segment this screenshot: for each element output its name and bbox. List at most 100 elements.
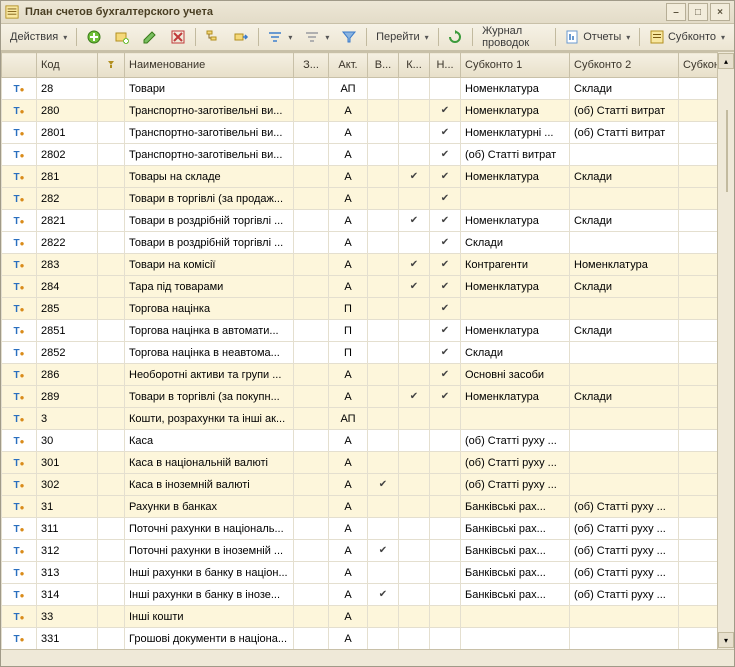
table-row[interactable]: T●2852Торгова націнка в неавтома...П✔Скл… xyxy=(2,342,718,364)
window-title: План счетов бухгалтерского учета xyxy=(25,6,666,18)
cell-n xyxy=(430,452,461,474)
table-row[interactable]: T●314Інші рахунки в банку в інозе...А✔Ба… xyxy=(2,584,718,606)
journal-button[interactable]: Журнал проводок xyxy=(477,26,550,48)
maximize-button[interactable]: □ xyxy=(688,3,708,21)
col-name[interactable]: Наименование xyxy=(125,53,294,78)
cell-kod: 282 xyxy=(37,188,98,210)
go-menu[interactable]: Перейти xyxy=(371,26,434,48)
cell-v xyxy=(368,166,399,188)
col-s1[interactable]: Субконто 1 xyxy=(461,53,570,78)
scroll-down-button[interactable]: ▾ xyxy=(718,632,734,648)
scroll-thumb[interactable] xyxy=(726,110,728,192)
add-group-button[interactable] xyxy=(109,26,135,48)
cell-s2: Склади xyxy=(570,210,679,232)
cell-name: Тара під товарами xyxy=(125,276,294,298)
table-row[interactable]: T●2851Торгова націнка в автомати...П✔Ном… xyxy=(2,320,718,342)
cell-name: Рахунки в банках xyxy=(125,496,294,518)
cell-n: ✔ xyxy=(430,254,461,276)
col-s2[interactable]: Субконто 2 xyxy=(570,53,679,78)
table-row[interactable]: T●301Каса в національній валютіА(об) Ста… xyxy=(2,452,718,474)
cell-n: ✔ xyxy=(430,386,461,408)
cell-akt: АП xyxy=(329,408,368,430)
table-row[interactable]: T●2802Транспортно-заготівельні ви...А✔(о… xyxy=(2,144,718,166)
table-row[interactable]: T●302Каса в іноземній валютіА✔(об) Статт… xyxy=(2,474,718,496)
cell-v xyxy=(368,144,399,166)
cell-s3 xyxy=(679,562,718,584)
vertical-scrollbar[interactable]: ▴ ▾ xyxy=(717,52,734,649)
cell-pin xyxy=(98,298,125,320)
cell-v: ✔ xyxy=(368,474,399,496)
edit-button[interactable] xyxy=(137,26,163,48)
cell-pin xyxy=(98,518,125,540)
col-kod[interactable]: Код xyxy=(37,53,98,78)
table-row[interactable]: T●311Поточні рахунки в національ...АБанк… xyxy=(2,518,718,540)
filter1-button[interactable] xyxy=(262,26,297,48)
table-row[interactable]: T●280Транспортно-заготівельні ви...А✔Ном… xyxy=(2,100,718,122)
reports-menu[interactable]: Отчеты xyxy=(559,26,635,48)
app-icon xyxy=(5,5,19,19)
cell-name: Товари в роздрібній торгівлі ... xyxy=(125,232,294,254)
close-button[interactable]: × xyxy=(710,3,730,21)
cell-s1 xyxy=(461,606,570,628)
table-row[interactable]: T●282Товари в торгівлі (за продаж...А✔ xyxy=(2,188,718,210)
minimize-button[interactable]: – xyxy=(666,3,686,21)
col-icon[interactable] xyxy=(2,53,37,78)
table-row[interactable]: T●331Грошові документи в націона...А xyxy=(2,628,718,650)
table-row[interactable]: T●289Товари в торгівлі (за покупн...А✔✔Н… xyxy=(2,386,718,408)
funnel-icon xyxy=(341,29,357,45)
cell-kod: 2852 xyxy=(37,342,98,364)
table-row[interactable]: T●2821Товари в роздрібній торгівлі ...А✔… xyxy=(2,210,718,232)
table-row[interactable]: T●2822Товари в роздрібній торгівлі ...А✔… xyxy=(2,232,718,254)
add-button[interactable] xyxy=(81,26,107,48)
table-row[interactable]: T●286Необоротні активи та групи ...А✔Осн… xyxy=(2,364,718,386)
cell-kod: 311 xyxy=(37,518,98,540)
cell-v xyxy=(368,496,399,518)
table-row[interactable]: T●281Товары на складеА✔✔НоменклатураСкла… xyxy=(2,166,718,188)
table-row[interactable]: T●3Кошти, розрахунки та інші ак...АП xyxy=(2,408,718,430)
delete-button[interactable] xyxy=(165,26,191,48)
col-pin[interactable] xyxy=(98,53,125,78)
scroll-up-button[interactable]: ▴ xyxy=(718,53,734,69)
cell-k xyxy=(399,78,430,100)
col-akt[interactable]: Акт. xyxy=(329,53,368,78)
cell-s2: (об) Статті руху ... xyxy=(570,540,679,562)
table-row[interactable]: T●33Інші коштиА xyxy=(2,606,718,628)
cell-akt: А xyxy=(329,540,368,562)
actions-menu[interactable]: Действия xyxy=(5,26,72,48)
cell-s2: (об) Статті витрат xyxy=(570,100,679,122)
cell-s2: (об) Статті руху ... xyxy=(570,496,679,518)
move-button[interactable] xyxy=(228,26,254,48)
col-v[interactable]: В... xyxy=(368,53,399,78)
filter-list-button[interactable] xyxy=(336,26,362,48)
table-row[interactable]: T●284Тара під товарамиА✔✔НоменклатураСкл… xyxy=(2,276,718,298)
table-row[interactable]: T●285Торгова націнкаП✔ xyxy=(2,298,718,320)
cell-k xyxy=(399,232,430,254)
refresh-button[interactable] xyxy=(442,26,468,48)
col-s3[interactable]: Субконто 3 xyxy=(679,53,718,78)
cell-name: Інші кошти xyxy=(125,606,294,628)
table-row[interactable]: T●28ТовариАПНоменклатураСклади xyxy=(2,78,718,100)
table-row[interactable]: T●30КасаА(об) Статті руху ... xyxy=(2,430,718,452)
cell-n xyxy=(430,562,461,584)
table-row[interactable]: T●31Рахунки в банкахАБанківські рах...(о… xyxy=(2,496,718,518)
table-row[interactable]: T●313Інші рахунки в банку в націон...АБа… xyxy=(2,562,718,584)
accounts-grid[interactable]: Код Наименование З... Акт. В... К... Н..… xyxy=(1,52,717,649)
cell-n xyxy=(430,540,461,562)
cell-pin xyxy=(98,408,125,430)
cell-s2 xyxy=(570,342,679,364)
cell-n: ✔ xyxy=(430,298,461,320)
cell-pin xyxy=(98,254,125,276)
separator xyxy=(639,28,640,46)
col-n[interactable]: Н... xyxy=(430,53,461,78)
table-row[interactable]: T●312Поточні рахунки в іноземній ...А✔Ба… xyxy=(2,540,718,562)
account-icon: T● xyxy=(14,612,25,623)
col-z[interactable]: З... xyxy=(294,53,329,78)
table-row[interactable]: T●283Товари на комісіїА✔✔КонтрагентиНоме… xyxy=(2,254,718,276)
filter2-button[interactable] xyxy=(299,26,334,48)
col-k[interactable]: К... xyxy=(399,53,430,78)
subkonto-menu[interactable]: Субконто xyxy=(644,26,730,48)
move-up-button[interactable] xyxy=(200,26,226,48)
cell-s2 xyxy=(570,408,679,430)
cell-name: Каса xyxy=(125,430,294,452)
table-row[interactable]: T●2801Транспортно-заготівельні ви...А✔Но… xyxy=(2,122,718,144)
